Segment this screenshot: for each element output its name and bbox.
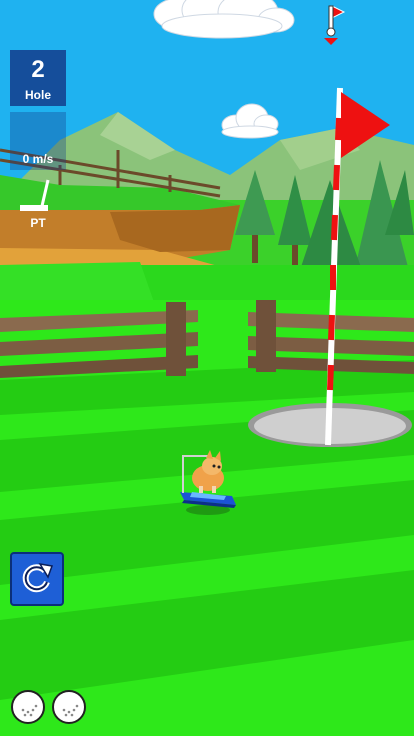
golf-ball-icon [11,690,45,724]
reset-button[interactable] [10,552,64,606]
cloud [153,0,295,39]
hole-number: 2 [31,56,45,83]
golf-ball-icon [52,690,86,724]
flag-marker-icon [324,5,346,45]
putter-icon [20,179,50,211]
speed-panel: 0 m/s [10,112,66,170]
restart-arrow-icon [22,562,54,593]
club-label: PT [30,216,46,230]
club-selector[interactable]: PT [14,178,62,230]
speed-readout: 0 m/s [22,152,54,166]
hole-panel: 2 Hole [10,50,66,106]
game-scene [0,0,414,736]
hole-label: Hole [24,88,51,102]
